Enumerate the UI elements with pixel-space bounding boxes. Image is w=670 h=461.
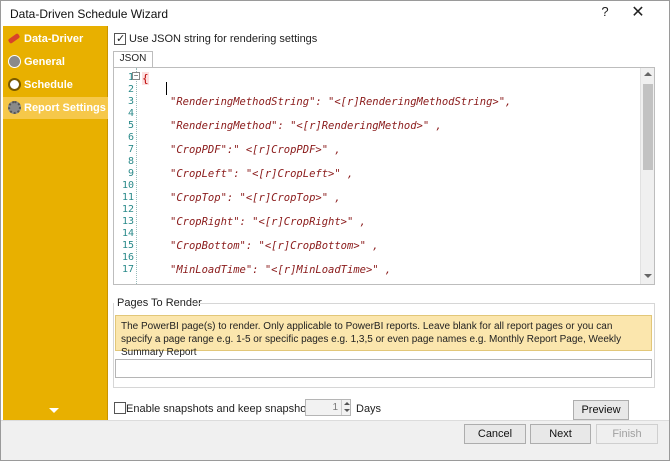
days-label: Days [356, 403, 382, 415]
close-icon[interactable]: ✕ [629, 2, 647, 22]
line-number: 8 [127, 156, 134, 167]
line-number: 2 [127, 84, 134, 95]
spin-down-icon[interactable] [344, 409, 350, 412]
tab-json[interactable]: JSON [113, 51, 153, 67]
line-number: 1 [127, 72, 134, 83]
line-number: 3 [127, 96, 134, 107]
code-line: "CropPDF":" <[r]CropPDF>" , [170, 144, 341, 156]
enable-snapshots-checkbox[interactable] [114, 402, 126, 414]
spin-up-icon[interactable] [344, 402, 350, 405]
pages-to-render-input[interactable] [115, 359, 652, 378]
checkmark-icon: ✓ [116, 33, 126, 45]
line-number: 16 [121, 252, 134, 263]
code-line: "CropLeft": "<[r]CropLeft>" , [170, 168, 354, 180]
sidebar-item-label: Data-Driver [24, 33, 84, 45]
line-number: 11 [121, 192, 134, 203]
use-json-label: Use JSON string for rendering settings [129, 33, 318, 45]
sidebar-item-label: General [24, 56, 65, 68]
cancel-button[interactable]: Cancel [464, 424, 526, 444]
line-number: 17 [121, 264, 134, 275]
pencil-icon [7, 33, 21, 44]
sidebar-item-report-settings[interactable]: Report Settings [3, 97, 108, 119]
code-line: "CropTop": "<[r]CropTop>" , [170, 192, 341, 204]
scroll-thumb[interactable] [643, 84, 653, 170]
enable-snapshots-label: Enable snapshots and keep snapshots for [126, 403, 331, 415]
line-number: 4 [127, 108, 134, 119]
wizard-sidebar: Data-Driver General Schedule Report Sett… [3, 26, 108, 420]
line-number: 12 [121, 204, 134, 215]
line-number: 6 [127, 132, 134, 143]
scroll-up-icon[interactable] [644, 72, 652, 76]
gear-icon [8, 101, 21, 114]
code-line: "RenderingMethodString": "<[r]RenderingM… [170, 96, 512, 108]
info-icon [8, 55, 21, 68]
sidebar-item-general[interactable]: General [3, 51, 108, 73]
preview-button[interactable]: Preview [573, 400, 629, 420]
fold-guide [136, 68, 142, 284]
line-number: 15 [121, 240, 134, 251]
sidebar-item-label: Report Settings [24, 102, 106, 114]
use-json-checkbox[interactable]: ✓ [114, 33, 126, 45]
code-line: "CropRight": "<[r]CropRight>" , [170, 216, 366, 228]
code-line: "CropBottom": "<[r]CropBottom>" , [170, 240, 379, 252]
next-button[interactable]: Next [530, 424, 591, 444]
spinner-buttons[interactable] [341, 400, 351, 415]
editor-scrollbar[interactable] [640, 68, 654, 284]
scroll-down-icon[interactable] [644, 274, 652, 278]
code-line: "MinLoadTime": "<[r]MinLoadTime>" , [170, 264, 392, 276]
code-line: "RenderingMethod": "<[r]RenderingMethod>… [170, 120, 442, 132]
line-number-gutter: 1 2 3 4 5 6 7 8 9 10 11 12 13 14 15 16 1… [114, 68, 136, 284]
window-title: Data-Driven Schedule Wizard [10, 7, 169, 21]
code-line: { [142, 72, 149, 85]
wizard-window: Data-Driven Schedule Wizard ? ✕ Data-Dri… [0, 0, 670, 461]
sidebar-item-data-driver[interactable]: Data-Driver [3, 28, 108, 50]
line-number: 5 [127, 120, 134, 131]
line-number: 7 [127, 144, 134, 155]
pages-info-box: The PowerBI page(s) to render. Only appl… [115, 315, 652, 358]
finish-button[interactable]: Finish [596, 424, 658, 444]
text-caret [166, 82, 167, 95]
snapshot-days-value: 1 [332, 402, 338, 413]
json-editor[interactable]: 1 2 3 4 5 6 7 8 9 10 11 12 13 14 15 16 1… [113, 67, 655, 285]
title-bar: Data-Driven Schedule Wizard ? ✕ [1, 1, 669, 25]
collapse-icon[interactable]: − [132, 72, 140, 80]
chevron-down-icon[interactable] [49, 408, 59, 413]
sidebar-item-label: Schedule [24, 79, 73, 91]
clock-icon [8, 78, 21, 91]
line-number: 13 [121, 216, 134, 227]
sidebar-item-schedule[interactable]: Schedule [3, 74, 108, 96]
line-number: 14 [121, 228, 134, 239]
line-number: 9 [127, 168, 134, 179]
help-icon[interactable]: ? [598, 4, 612, 19]
snapshot-days-spinner[interactable]: 1 [305, 399, 351, 416]
line-number: 10 [121, 180, 134, 191]
